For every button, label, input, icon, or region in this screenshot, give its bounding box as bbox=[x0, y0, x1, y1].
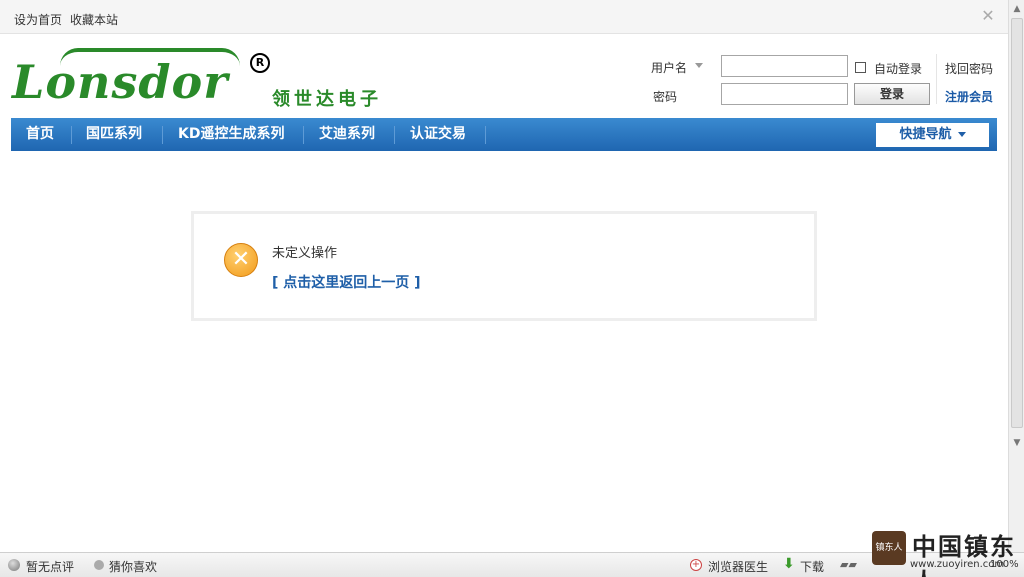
download-label[interactable]: 下载 bbox=[800, 558, 824, 575]
registered-mark-icon: R bbox=[250, 53, 270, 73]
error-icon: ✕ bbox=[224, 243, 258, 277]
message-box: ✕ 未定义操作 [ 点击这里返回上一页 ] bbox=[191, 211, 817, 321]
nav-divider bbox=[303, 126, 304, 144]
chevron-down-icon bbox=[957, 132, 966, 137]
no-review-label[interactable]: 暂无点评 bbox=[26, 558, 74, 575]
close-icon[interactable]: ✕ bbox=[980, 8, 996, 24]
divider bbox=[936, 54, 937, 104]
logo-chinese-name: 领世达电子 bbox=[272, 89, 382, 110]
login-button[interactable]: 登录 bbox=[854, 83, 930, 105]
nav-item-aidi[interactable]: 艾迪系列 bbox=[319, 118, 375, 151]
nav-item-guopi[interactable]: 国匹系列 bbox=[86, 118, 142, 151]
set-home-link[interactable]: 设为首页 bbox=[14, 11, 62, 28]
watermark: 镇东人 中国镇东人 www.zuoyiren.com bbox=[870, 527, 1020, 577]
username-label: 用户名 bbox=[651, 61, 688, 75]
scroll-down-icon[interactable]: ▼ bbox=[1012, 438, 1022, 448]
nav-divider bbox=[71, 126, 72, 144]
guess-like-icon[interactable] bbox=[94, 560, 104, 570]
main-nav: 首页 国匹系列 KD遥控生成系列 艾迪系列 认证交易 快捷导航 bbox=[11, 118, 997, 151]
watermark-seal: 镇东人 bbox=[872, 531, 906, 565]
download-icon[interactable]: ⬇ bbox=[783, 556, 795, 572]
extension-icon[interactable]: ▰▰ bbox=[840, 558, 857, 571]
nav-divider bbox=[162, 126, 163, 144]
auto-login-label: 自动登录 bbox=[874, 62, 923, 76]
vertical-scrollbar[interactable]: ▲ ▼ bbox=[1008, 0, 1024, 552]
message-text: 未定义操作 bbox=[272, 246, 338, 261]
nav-divider bbox=[485, 126, 486, 144]
logo-brand-text: Lonsdor bbox=[12, 55, 229, 109]
review-icon[interactable] bbox=[8, 559, 20, 571]
bookmark-link[interactable]: 收藏本站 bbox=[70, 11, 118, 28]
scroll-up-icon[interactable]: ▲ bbox=[1012, 4, 1022, 14]
password-label: 密码 bbox=[653, 90, 678, 104]
quick-nav-button[interactable]: 快捷导航 bbox=[876, 123, 989, 147]
nav-item-kd-remote[interactable]: KD遥控生成系列 bbox=[178, 118, 284, 151]
register-link[interactable]: 注册会员 bbox=[945, 88, 993, 105]
auto-login-checkbox[interactable] bbox=[855, 62, 866, 73]
site-logo[interactable]: Lonsdor R 领世达电子 bbox=[10, 43, 450, 113]
password-input[interactable] bbox=[721, 83, 848, 105]
login-panel: 用户名 自动登录 找回密码 密码 登录 注册会员 bbox=[640, 50, 1010, 110]
chevron-down-icon[interactable] bbox=[695, 63, 703, 68]
username-input[interactable] bbox=[721, 55, 848, 77]
top-bar: 设为首页 收藏本站 ✕ bbox=[0, 0, 1008, 34]
nav-item-home[interactable]: 首页 bbox=[26, 118, 54, 151]
scrollbar-thumb[interactable] bbox=[1011, 18, 1023, 428]
watermark-url: www.zuoyiren.com bbox=[910, 559, 1005, 570]
browser-doctor-icon[interactable]: + bbox=[690, 559, 702, 571]
back-link[interactable]: [ 点击这里返回上一页 ] bbox=[272, 272, 421, 292]
forgot-password-link[interactable]: 找回密码 bbox=[945, 60, 993, 77]
nav-divider bbox=[394, 126, 395, 144]
quick-nav-label: 快捷导航 bbox=[899, 127, 952, 142]
guess-like-label[interactable]: 猜你喜欢 bbox=[109, 558, 157, 575]
nav-item-certified-trade[interactable]: 认证交易 bbox=[410, 118, 466, 151]
browser-doctor-label[interactable]: 浏览器医生 bbox=[708, 558, 768, 575]
